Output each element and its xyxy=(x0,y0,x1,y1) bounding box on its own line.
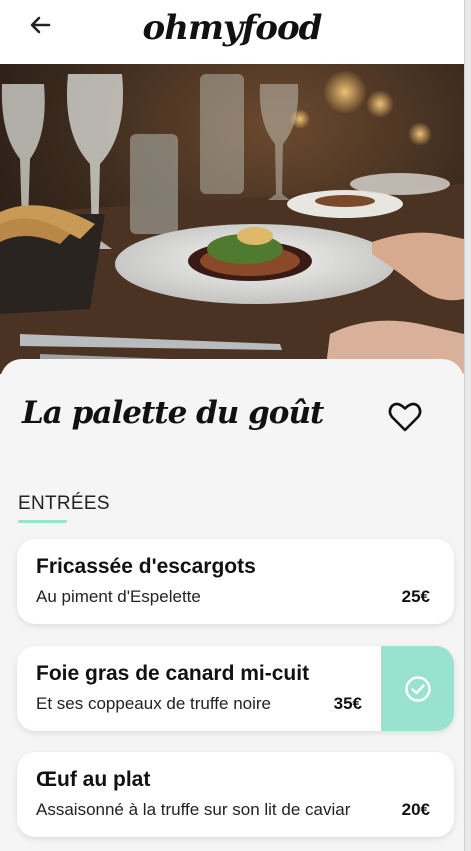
window-scrollbar[interactable] xyxy=(464,0,471,851)
dish-description: Et ses coppeaux de truffe noire xyxy=(36,694,272,713)
menu-item-card[interactable]: Fricassée d'escargots Au piment d'Espele… xyxy=(17,539,454,624)
app-logo[interactable]: ohmyfood xyxy=(0,8,464,48)
dish-description: Au piment d'Espelette xyxy=(36,587,201,606)
restaurant-name: La palette du goût xyxy=(22,395,324,431)
restaurant-hero-image xyxy=(0,64,464,374)
dish-name: Fricassée d'escargots xyxy=(36,555,256,578)
dish-price: 35€ xyxy=(333,694,362,713)
heart-outline-icon xyxy=(388,402,422,432)
favorite-button[interactable] xyxy=(388,401,422,433)
restaurant-menu-sheet: La palette du goût ENTRÉES Fricassée d'e… xyxy=(0,359,464,851)
menu-item-card[interactable]: Œuf au plat Assaisonné à la truffe sur s… xyxy=(17,752,454,837)
dish-price: 25€ xyxy=(401,587,430,606)
menu-section-title: ENTRÉES xyxy=(18,493,110,514)
selected-check-panel[interactable] xyxy=(381,646,454,731)
dish-description: Assaisonné à la truffe sur son lit de ca… xyxy=(36,800,351,819)
section-underline xyxy=(18,520,67,523)
check-circle-icon xyxy=(404,675,431,702)
dish-price: 20€ xyxy=(401,800,430,819)
app-header: ohmyfood xyxy=(0,0,464,64)
dish-name: Foie gras de canard mi-cuit xyxy=(36,662,310,685)
dish-name: Œuf au plat xyxy=(36,768,151,791)
menu-item-card-selected[interactable]: Foie gras de canard mi-cuit Et ses coppe… xyxy=(17,646,454,731)
